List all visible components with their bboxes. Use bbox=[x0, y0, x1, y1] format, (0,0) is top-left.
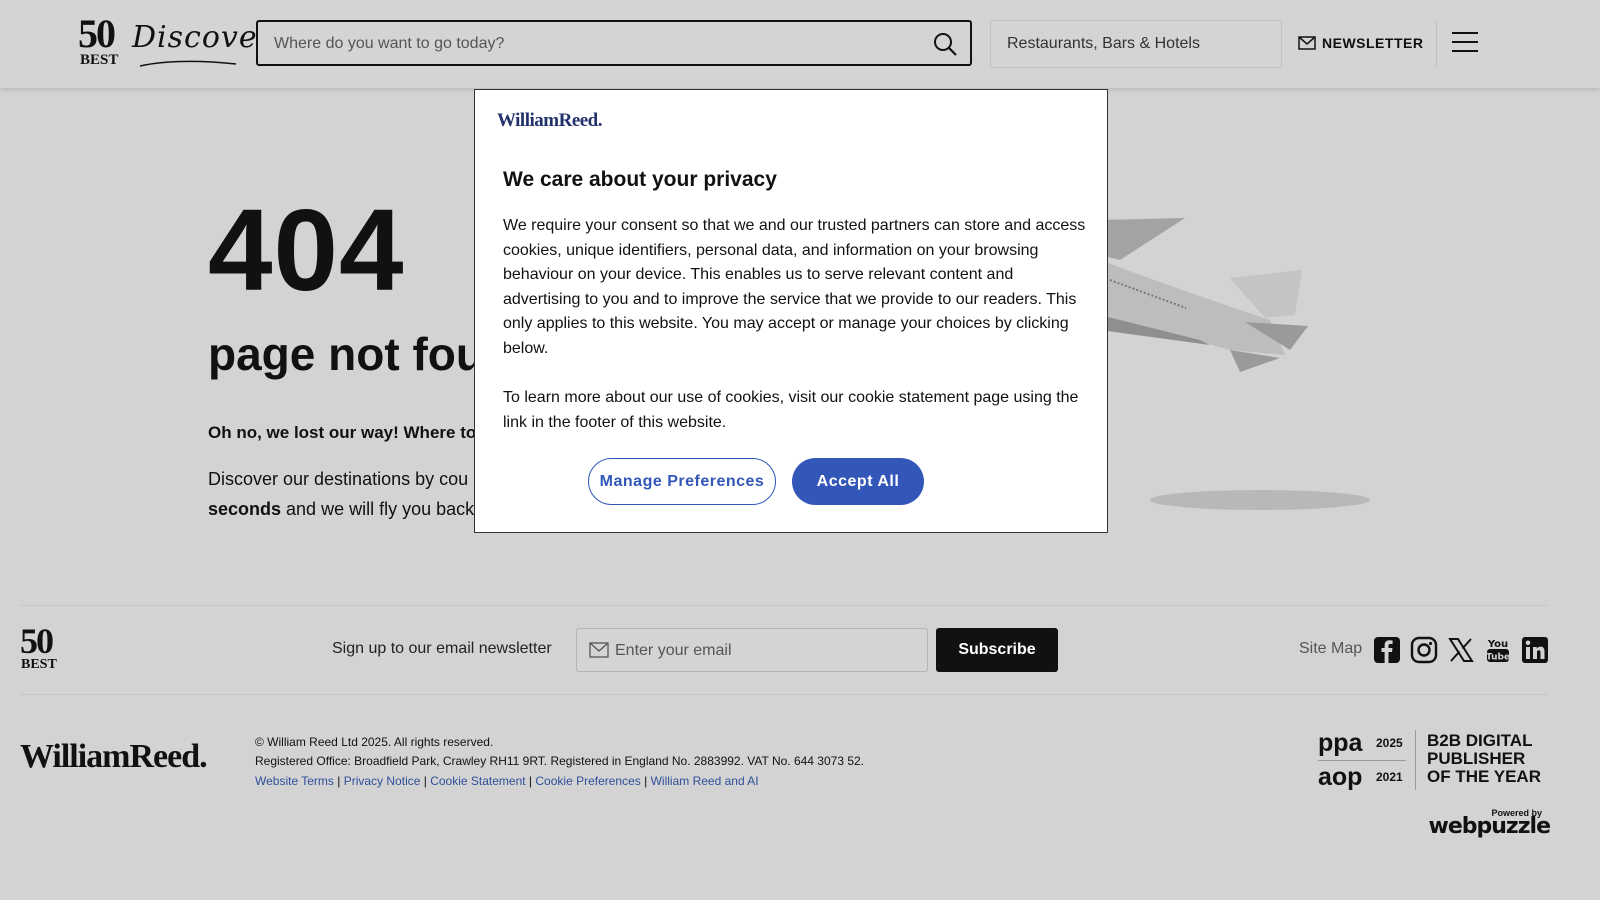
link-separator: | bbox=[420, 774, 431, 788]
error-body-line2: and we will fly you back bbox=[281, 499, 475, 519]
modal-paragraph-1: We require your consent so that we and o… bbox=[503, 217, 1086, 357]
award-separator bbox=[1318, 760, 1406, 761]
header-divider bbox=[1436, 20, 1437, 68]
newsletter-link[interactable]: NEWSLETTER bbox=[1298, 30, 1423, 56]
link-separator: | bbox=[525, 774, 536, 788]
footer-divider-top bbox=[20, 605, 1548, 606]
mail-icon bbox=[1298, 36, 1316, 50]
award-vertical-separator bbox=[1415, 730, 1416, 790]
email-field-wrap bbox=[576, 628, 928, 673]
award-ppa-year: 2025 bbox=[1376, 736, 1403, 750]
modal-paragraph-2: To learn more about our use of cookies, … bbox=[503, 389, 1079, 431]
error-code: 404 bbox=[208, 185, 405, 315]
cookie-consent-modal: WilliamReed. We care about your privacy … bbox=[474, 89, 1108, 533]
award-aop-logo: aop bbox=[1318, 763, 1363, 791]
footer-william-reed-logo[interactable]: WilliamReed. bbox=[20, 738, 208, 776]
modal-title: We care about your privacy bbox=[503, 168, 777, 191]
error-body-bold: seconds bbox=[208, 499, 282, 519]
link-privacy-notice[interactable]: Privacy Notice bbox=[344, 774, 421, 788]
link-cookie-preferences[interactable]: Cookie Preferences bbox=[535, 774, 640, 788]
search-input[interactable] bbox=[272, 22, 916, 66]
subscribe-button[interactable]: Subscribe bbox=[936, 628, 1058, 672]
footer-logo[interactable]: 50 BEST bbox=[20, 621, 70, 675]
link-website-terms[interactable]: Website Terms bbox=[255, 774, 334, 788]
link-cookie-statement[interactable]: Cookie Statement bbox=[430, 774, 525, 788]
accept-all-button[interactable]: Accept All bbox=[792, 458, 924, 505]
registered-office-text: Registered Office: Broadfield Park, Craw… bbox=[255, 754, 865, 768]
award-badge: ppa 2025 aop 2021 B2B DIGITAL PUBLISHER … bbox=[1318, 730, 1550, 792]
newsletter-label: NEWSLETTER bbox=[1322, 35, 1424, 51]
award-title: B2B DIGITAL PUBLISHER OF THE YEAR bbox=[1427, 731, 1541, 786]
page-not-found-heading: page not fou bbox=[208, 328, 484, 380]
error-body-line1: Discover our destinations by cou bbox=[208, 469, 469, 489]
svg-text:You: You bbox=[1487, 639, 1508, 650]
link-william-reed-ai[interactable]: William Reed and AI bbox=[651, 774, 759, 788]
linkedin-icon[interactable] bbox=[1521, 636, 1549, 664]
link-separator: | bbox=[640, 774, 651, 788]
powered-by-webpuzzle[interactable]: Powered by webpuzzle bbox=[1428, 808, 1551, 842]
search-bar bbox=[256, 20, 972, 66]
footer-logo-number: 50 bbox=[20, 621, 54, 661]
site-header: 50 BEST Discovery Restaurants, Bars & Ho… bbox=[0, 0, 1600, 88]
logo-number: 50 bbox=[78, 11, 116, 56]
footer-divider-bottom bbox=[20, 694, 1548, 695]
william-reed-logo: WilliamReed. bbox=[497, 110, 603, 131]
mail-icon bbox=[589, 642, 609, 658]
error-subheading: Oh no, we lost our way! Where to bbox=[208, 423, 477, 442]
youtube-icon[interactable]: You Tube bbox=[1484, 636, 1512, 664]
logo-best: BEST bbox=[80, 52, 119, 68]
footer-logo-best: BEST bbox=[21, 657, 57, 672]
footer-links: Website Terms | Privacy Notice | Cookie … bbox=[255, 773, 759, 789]
svg-text:Tube: Tube bbox=[1486, 653, 1510, 663]
webpuzzle-logo: webpuzzle bbox=[1428, 814, 1551, 839]
site-logo[interactable]: 50 BEST Discovery bbox=[78, 11, 290, 72]
manage-preferences-button[interactable]: Manage Preferences bbox=[588, 458, 776, 505]
airplane-illustration bbox=[1100, 218, 1370, 510]
logo-swash bbox=[139, 60, 237, 67]
newsletter-signup-label: Sign up to our email newsletter bbox=[332, 640, 552, 657]
email-field[interactable] bbox=[613, 629, 917, 673]
facebook-icon[interactable] bbox=[1373, 636, 1401, 664]
category-filter[interactable]: Restaurants, Bars & Hotels bbox=[990, 20, 1282, 68]
copyright-text: © William Reed Ltd 2025. All rights rese… bbox=[255, 735, 494, 749]
site-map-link[interactable]: Site Map bbox=[1299, 640, 1362, 658]
award-aop-year: 2021 bbox=[1376, 770, 1403, 784]
search-icon[interactable] bbox=[932, 31, 958, 57]
x-icon[interactable] bbox=[1447, 636, 1475, 664]
award-ppa-logo: ppa bbox=[1318, 729, 1363, 757]
instagram-icon[interactable] bbox=[1410, 636, 1438, 664]
menu-icon[interactable] bbox=[1452, 32, 1478, 54]
link-separator: | bbox=[333, 774, 344, 788]
